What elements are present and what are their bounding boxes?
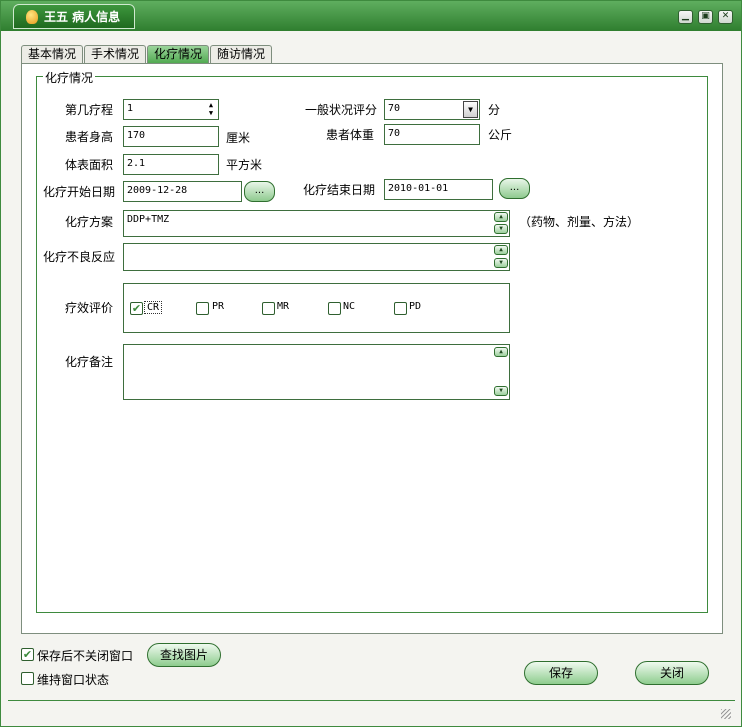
bsa-field[interactable]: 2.1	[123, 154, 219, 175]
keep-open-checkbox[interactable]: ✔	[21, 648, 34, 661]
start-date-field[interactable]: 2009-12-28	[123, 181, 242, 202]
performance-unit: 分	[488, 103, 501, 117]
scroll-down-icon[interactable]: ▼	[494, 386, 508, 396]
cycle-value: 1	[127, 103, 134, 114]
close-window-button[interactable]: ✕	[718, 10, 733, 24]
efficacy-mr-checkbox[interactable]	[262, 302, 275, 315]
group-legend: 化疗情况	[43, 69, 96, 86]
spin-up-icon[interactable]: ▲	[205, 101, 217, 109]
scroll-up-icon[interactable]: ▲	[494, 212, 508, 222]
efficacy-cr-checkbox[interactable]: ✔	[130, 302, 143, 315]
start-date-label: 化疗开始日期	[43, 185, 116, 199]
minimize-button[interactable]: ▁	[678, 10, 693, 24]
height-label: 患者身高	[65, 130, 114, 144]
regimen-hint: （药物、剂量、方法）	[519, 215, 640, 229]
notes-label: 化疗备注	[65, 355, 114, 369]
app-icon	[26, 9, 38, 24]
restore-button[interactable]: ▣	[698, 10, 713, 24]
performance-label: 一般状况评分	[305, 103, 378, 117]
title-bar[interactable]: 王五 病人信息 ▁ ▣ ✕	[1, 1, 741, 31]
end-date-field[interactable]: 2010-01-01	[384, 179, 493, 200]
scroll-down-icon[interactable]: ▼	[494, 224, 508, 234]
height-field[interactable]: 170	[123, 126, 219, 147]
cycle-label: 第几疗程	[65, 103, 114, 117]
check-icon: ✔	[131, 302, 142, 315]
chevron-down-icon[interactable]: ▼	[463, 101, 478, 118]
adverse-textarea[interactable]: ▲ ▼	[123, 243, 510, 271]
performance-select[interactable]: 70 ▼	[384, 99, 480, 120]
efficacy-label: 疗效评价	[65, 301, 114, 315]
weight-unit: 公斤	[488, 128, 513, 142]
performance-value: 70	[388, 103, 401, 114]
bsa-unit: 平方米	[226, 158, 263, 172]
chemo-groupbox: 化疗情况 第几疗程 1 ▲ ▼ 一般状况评分 70 ▼ 分 患者身高 170 厘…	[36, 69, 708, 613]
save-button[interactable]: 保存	[524, 661, 598, 685]
efficacy-pd-checkbox[interactable]	[394, 302, 407, 315]
tab-panel: 化疗情况 第几疗程 1 ▲ ▼ 一般状况评分 70 ▼ 分 患者身高 170 厘…	[21, 63, 723, 634]
spinner-arrows[interactable]: ▲ ▼	[205, 101, 217, 118]
keep-state-label[interactable]: 维持窗口状态	[37, 671, 109, 688]
keep-open-label[interactable]: 保存后不关闭窗口	[37, 647, 133, 664]
scroll-down-icon[interactable]: ▼	[494, 258, 508, 268]
height-unit: 厘米	[226, 131, 251, 145]
efficacy-pd-label[interactable]: PD	[409, 301, 421, 312]
efficacy-nc-checkbox[interactable]	[328, 302, 341, 315]
cycle-spinner[interactable]: 1 ▲ ▼	[123, 99, 219, 120]
tab-followup[interactable]: 随访情况	[210, 45, 273, 64]
efficacy-mr-label[interactable]: MR	[277, 301, 289, 312]
status-bar	[8, 700, 735, 722]
notes-textarea[interactable]: ▲ ▼	[123, 344, 510, 400]
window-title: 王五 病人信息	[44, 10, 121, 24]
adverse-label: 化疗不良反应	[43, 250, 116, 264]
weight-label: 患者体重	[326, 128, 375, 142]
resize-grip-icon[interactable]	[721, 709, 731, 719]
regimen-label: 化疗方案	[65, 215, 114, 229]
bsa-label: 体表面积	[65, 158, 114, 172]
efficacy-cr-label[interactable]: CR	[144, 301, 163, 314]
close-button[interactable]: 关闭	[635, 661, 709, 685]
spin-down-icon[interactable]: ▼	[205, 109, 217, 117]
title-tab: 王五 病人信息	[13, 4, 135, 29]
efficacy-pr-label[interactable]: PR	[212, 301, 224, 312]
regimen-textarea[interactable]: DDP+TMZ ▲ ▼	[123, 210, 510, 237]
scroll-up-icon[interactable]: ▲	[494, 347, 508, 357]
tab-strip: 基本情况 手术情况 化疗情况 随访情况	[21, 45, 273, 64]
scroll-up-icon[interactable]: ▲	[494, 245, 508, 255]
tab-basic[interactable]: 基本情况	[21, 45, 84, 64]
keep-state-checkbox[interactable]	[21, 672, 34, 685]
end-date-picker-button[interactable]: ...	[499, 178, 530, 199]
efficacy-box: ✔ CR PR MR NC PD	[123, 283, 510, 333]
tab-surgery[interactable]: 手术情况	[84, 45, 147, 64]
regimen-value: DDP+TMZ	[127, 214, 170, 225]
start-date-picker-button[interactable]: ...	[244, 181, 275, 202]
efficacy-pr-checkbox[interactable]	[196, 302, 209, 315]
weight-field[interactable]: 70	[384, 124, 480, 145]
find-image-button[interactable]: 查找图片	[147, 643, 221, 667]
efficacy-nc-label[interactable]: NC	[343, 301, 355, 312]
tab-chemo[interactable]: 化疗情况	[147, 45, 210, 64]
end-date-label: 化疗结束日期	[303, 183, 376, 197]
patient-info-window: 王五 病人信息 ▁ ▣ ✕ 基本情况 手术情况 化疗情况 随访情况 化疗情况 第…	[0, 0, 742, 727]
check-icon: ✔	[22, 648, 33, 661]
